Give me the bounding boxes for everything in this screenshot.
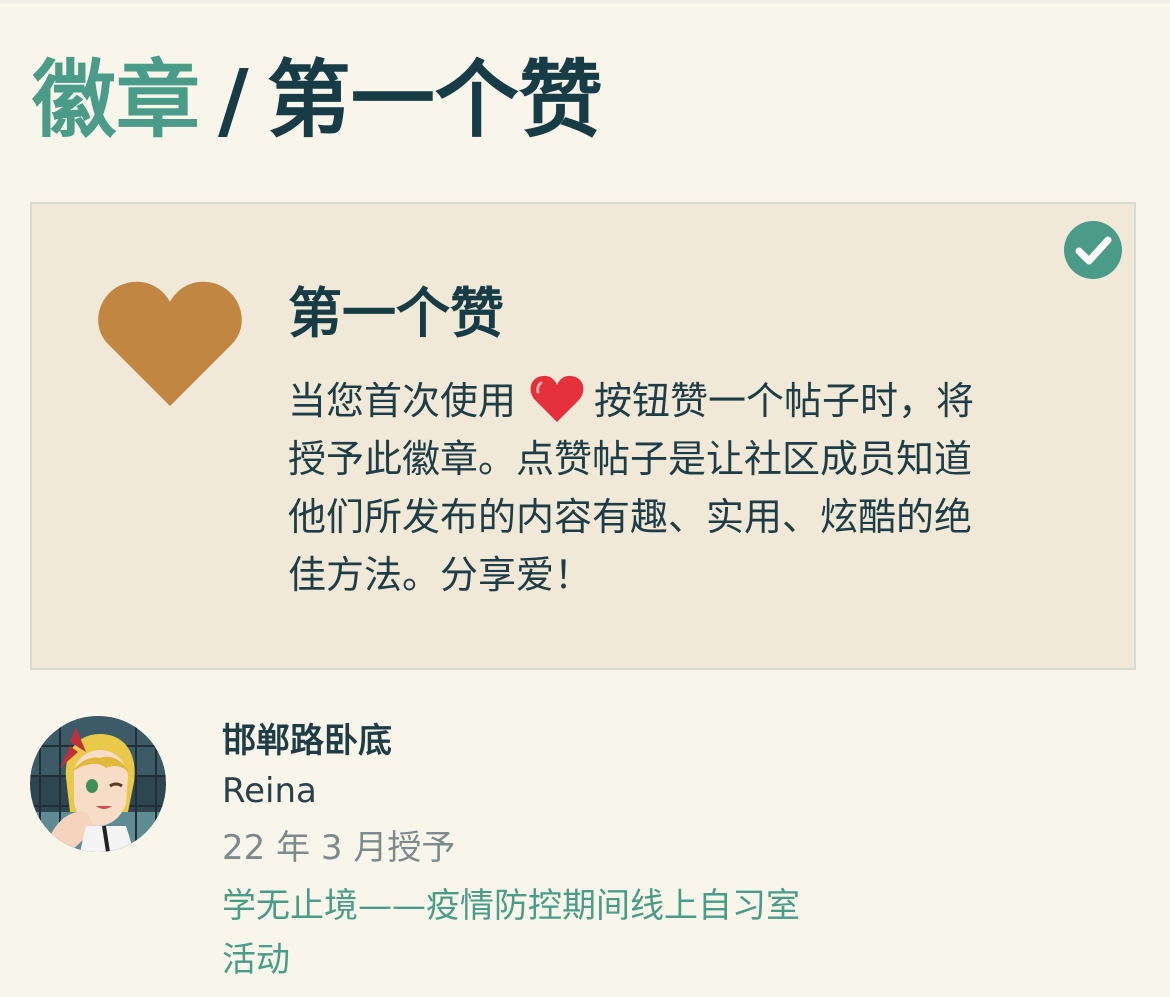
badge-card: 第一个赞 当您首次使用 按钮赞一个帖子时，将 授予此徽章。点赞帖子是让社区成员知道… — [30, 202, 1136, 670]
breadcrumb-current: 第一个赞 — [266, 51, 603, 149]
grant-date: 22 年 3 月授予 — [222, 828, 456, 868]
badge-description-line: 他们所发布的内容有趣、实用、炫酷的绝 — [288, 495, 973, 539]
badge-description: 当您首次使用 按钮赞一个帖子时，将 授予此徽章。点赞帖子是让社区成员知道 他们所发… — [288, 372, 1058, 604]
breadcrumb-badges-link[interactable]: 徽章 — [32, 51, 200, 149]
badge-name: 第一个赞 — [288, 282, 504, 345]
user-avatar[interactable] — [30, 716, 166, 852]
user-handle[interactable]: Reina — [222, 766, 1122, 816]
badge-description-line: 授予此徽章。点赞帖子是让社区成员知道 — [288, 437, 973, 481]
red-heart-emoji-icon — [530, 375, 584, 422]
badge-description-line: 当您首次使用 按钮赞一个帖子时，将 — [288, 372, 1058, 430]
grant-info: 邯郸路卧底 Reina 22 年 3 月授予 学无止境——疫情防控期间线上自习室… — [222, 716, 1122, 987]
grant-topic-line: 学无止境——疫情防控期间线上自习室 — [222, 886, 800, 926]
grant-topic-link[interactable]: 学无止境——疫情防控期间线上自习室 活动 — [222, 879, 862, 987]
badge-grant-item: 邯郸路卧底 Reina 22 年 3 月授予 学无止境——疫情防控期间线上自习室… — [30, 716, 1130, 980]
check-circle-icon — [1064, 221, 1122, 279]
breadcrumb-separator: / — [218, 51, 249, 149]
top-edge-divider — [0, 0, 1170, 3]
badge-description-line: 佳方法。分享爱！ — [288, 553, 593, 597]
page-title: 徽章 / 第一个赞 — [32, 50, 603, 150]
avatar-image — [30, 716, 166, 852]
heart-icon — [98, 281, 242, 406]
user-display-name[interactable]: 邯郸路卧底 — [222, 716, 1122, 766]
grant-topic-line: 活动 — [222, 940, 290, 980]
